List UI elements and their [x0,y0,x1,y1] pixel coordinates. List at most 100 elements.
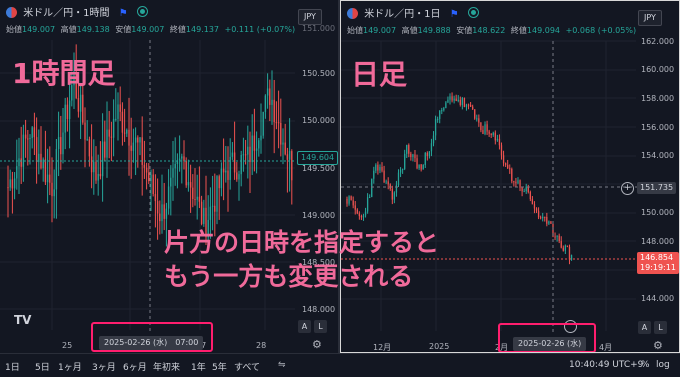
range-button[interactable]: 1年 [191,360,206,373]
market-status-icon [136,6,148,17]
range-button[interactable]: すべて [234,360,260,373]
candle-body [156,201,159,214]
candle-body [430,143,433,152]
add-alert-plus-icon[interactable]: + [621,182,634,195]
flag-icon[interactable]: ⚑ [450,8,459,21]
candle-body [381,166,383,171]
candle-body [139,137,141,143]
annotation-text: 片方の日時を指定すると もう一方も変更される [164,228,440,291]
range-button[interactable]: 1ヶ月 [58,360,82,373]
autoscale-button[interactable]: A [638,321,651,334]
candle-body [511,168,513,182]
candle-body [383,170,385,183]
candle-body [159,213,161,222]
candle-body [366,197,369,212]
candle-body [537,210,540,218]
range-button[interactable]: 6ヶ月 [123,360,147,373]
candle-body [502,155,505,164]
candle-body [546,216,548,224]
symbol-title[interactable]: 米ドル／円・1時間 [23,8,109,19]
chart-pane-1h[interactable]: 米ドル／円・1時間 ⚑ 始値149.007 高値149.138 安値149.00… [0,0,338,353]
candle-body [209,206,212,220]
candle-body [247,146,249,155]
log-scale-button[interactable]: L [654,321,667,334]
candle-body [447,99,449,103]
candle-body [558,235,560,242]
candle-body [214,205,216,212]
candle-body [218,176,220,189]
range-button[interactable]: 1日 [5,360,20,373]
candle-body [521,187,523,192]
log-scale-button[interactable]: L [314,320,327,333]
candle-body [542,216,544,219]
candle-body [150,174,152,182]
candle-body [29,138,31,140]
x-tick: 12月 [373,343,392,352]
candle-body [115,118,117,120]
candle-body [284,142,286,155]
settings-gear-icon[interactable]: ⚙ [312,339,323,350]
candle-body [225,170,227,173]
candle-body [88,139,91,157]
y-tick: 162.000 [641,37,675,46]
percent-toggle[interactable]: % [641,360,650,370]
candle-body [360,216,363,218]
candle-body [434,119,437,136]
candle-body [123,132,126,134]
candle-body [523,191,525,193]
candle-body [170,177,172,187]
date-range-calendar-icon[interactable]: ⇋ [278,360,286,370]
chart-pane-1d[interactable]: 米ドル／円・1日 ⚑ 始値149.007 高値149.888 安値148.622… [340,0,680,353]
candle-body [66,104,69,120]
candle-body [86,139,88,141]
candle-body [375,164,377,171]
candle-body [216,176,218,212]
candle-body [548,221,550,224]
candle-body [498,138,501,146]
candle-body [358,213,361,217]
log-toggle[interactable]: log [656,360,670,370]
candle-body [227,170,229,180]
candle-body [455,98,457,102]
candle-body [172,168,174,178]
candle-body [354,205,356,210]
candle-body [44,159,47,183]
candle-body [251,135,253,163]
candle-body [121,111,124,133]
candle-body [13,178,16,189]
candle-body [101,141,104,177]
range-button[interactable]: 5年 [212,360,227,373]
candle-body [183,156,185,162]
candle-body [108,129,110,137]
candle-body [395,185,398,193]
clock-timezone[interactable]: 10:40:49 UTC+9 [569,360,643,370]
y-tick: 154.000 [641,151,675,160]
candle-body [242,154,245,156]
candle-body [472,106,474,110]
symbol-title[interactable]: 米ドル／円・1日 [364,9,440,20]
ohlc-readout: 始値149.007 高値149.138 安値149.007 終値149.137 … [6,25,296,34]
currency-label[interactable]: JPY [638,10,662,26]
candle-body [469,105,472,107]
range-button[interactable]: 年初来 [153,360,180,373]
candle-body [494,132,496,141]
candle-body [457,99,459,102]
candle-body [253,135,256,151]
candle-body [51,182,53,197]
flag-icon[interactable]: ⚑ [119,7,128,20]
autoscale-button[interactable]: A [298,320,311,333]
range-button[interactable]: 3ヶ月 [92,360,116,373]
range-button[interactable]: 5日 [35,360,50,373]
candle-body [486,124,488,132]
tradingview-logo[interactable]: TV [14,313,31,327]
candle-body [439,110,441,119]
candle-body [55,149,58,190]
candle-body [463,98,466,108]
candle-body [269,88,271,105]
y-tick: 160.000 [641,65,675,74]
currency-label[interactable]: JPY [298,9,322,25]
candle-body [414,154,416,159]
candle-body [436,118,439,120]
candle-body [82,94,84,123]
settings-gear-icon[interactable]: ⚙ [653,340,664,351]
